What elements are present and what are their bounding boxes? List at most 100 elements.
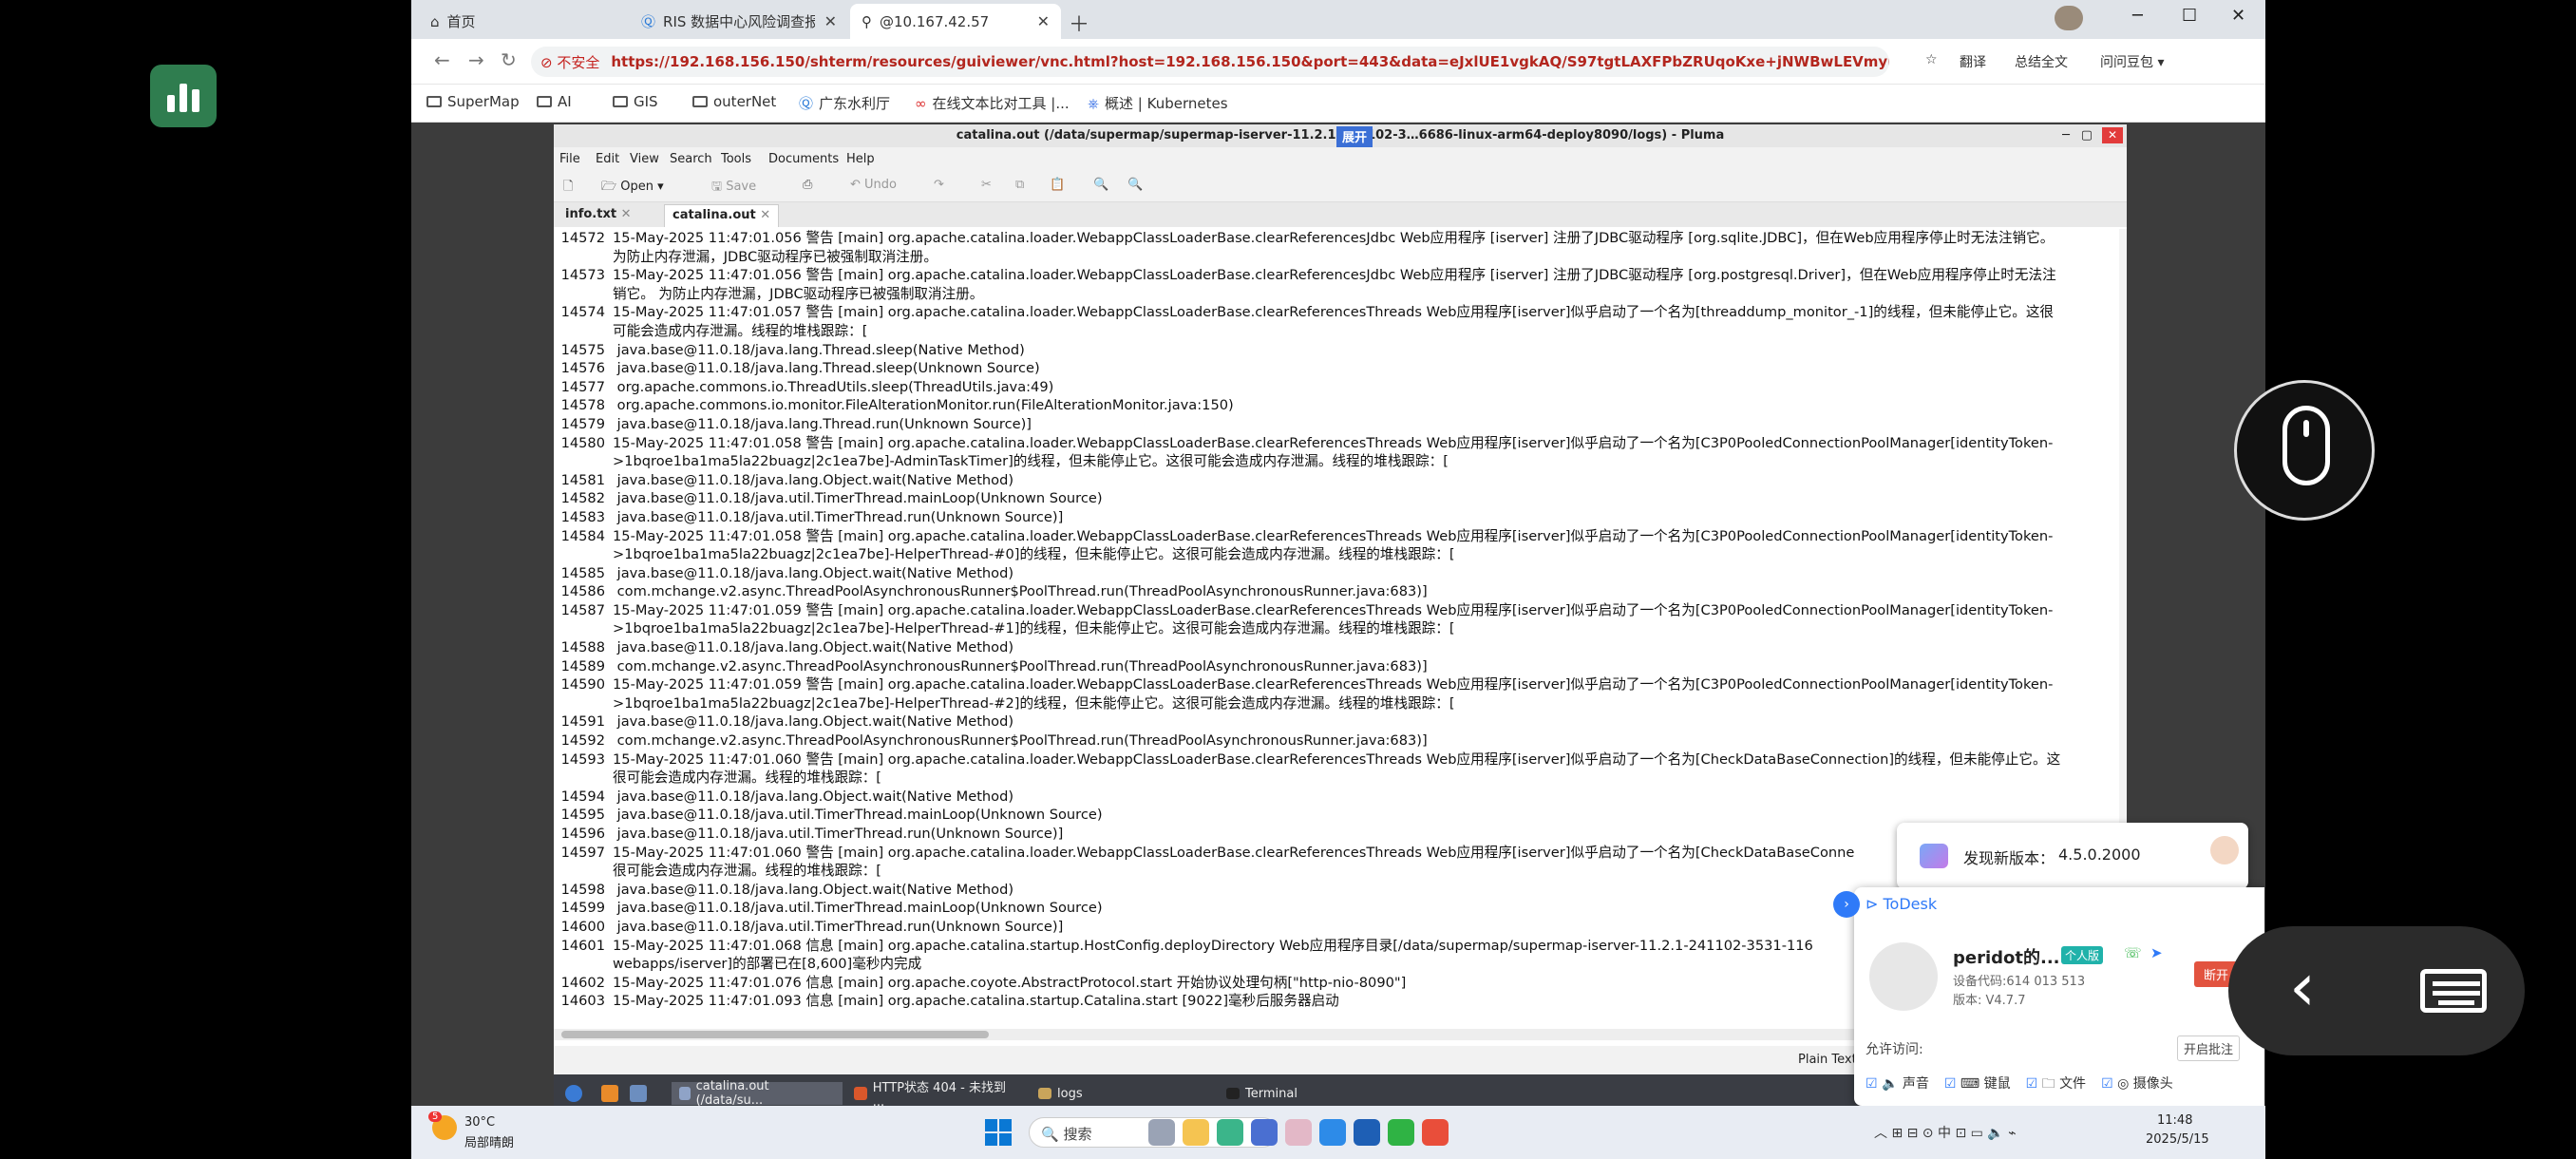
log-line[interactable]: 14585 java.base@11.0.18/java.lang.Object… bbox=[554, 564, 2119, 583]
copy-icon[interactable]: ⧉ bbox=[1015, 178, 1024, 192]
app-icon-4[interactable] bbox=[1354, 1119, 1380, 1146]
keyboard-button[interactable] bbox=[2377, 926, 2525, 1055]
log-line[interactable]: 14578 org.apache.commons.io.monitor.File… bbox=[554, 396, 2119, 415]
task-terminal[interactable]: Terminal bbox=[1219, 1082, 1390, 1105]
bookmark-outernet[interactable]: outerNet bbox=[692, 93, 776, 110]
forward-icon[interactable]: → bbox=[468, 48, 484, 71]
mouse-mode-button[interactable] bbox=[2234, 380, 2375, 521]
log-line[interactable]: 14582 java.base@11.0.18/java.util.TimerT… bbox=[554, 489, 2119, 508]
log-line[interactable]: 14580 15-May-2025 11:47:01.058 警告 [main] … bbox=[554, 434, 2119, 471]
minimize-button[interactable]: ─ bbox=[2132, 6, 2143, 26]
log-line[interactable]: 14576 java.base@11.0.18/java.lang.Thread… bbox=[554, 359, 2119, 378]
bookmark-kubernetes[interactable]: ⎈ 概述 | Kubernetes bbox=[1088, 93, 1228, 113]
log-line[interactable]: 14593 15-May-2025 11:47:01.060 警告 [main] … bbox=[554, 750, 2119, 788]
tab-ris[interactable]: Ⓠ RIS 数据中心风险调查报... ✕ bbox=[630, 4, 848, 39]
replace-icon[interactable]: 🔍 bbox=[1127, 178, 1143, 192]
tab-vnc[interactable]: ⚲ @10.167.42.57 ✕ bbox=[850, 4, 1061, 39]
assistant-button[interactable]: 问问豆包 ▾ bbox=[2100, 52, 2164, 71]
new-file-icon[interactable]: 🗋 bbox=[563, 178, 573, 199]
app-icon-1[interactable] bbox=[1217, 1119, 1243, 1146]
stats-app-icon[interactable] bbox=[150, 65, 217, 127]
task-logs[interactable]: logs bbox=[1031, 1082, 1183, 1105]
bookmark-gis[interactable]: GIS bbox=[613, 93, 658, 110]
close-icon[interactable]: ✕ bbox=[760, 208, 770, 222]
translate-button[interactable]: 翻译 bbox=[1960, 52, 1986, 71]
phone-icon[interactable]: ☏ bbox=[2124, 944, 2142, 961]
address-bar[interactable]: ⊘ 不安全 https://192.168.156.150/shterm/res… bbox=[531, 47, 1889, 77]
doc-tab-catalina[interactable]: catalina.out ✕ bbox=[664, 204, 780, 227]
app-icon-2[interactable] bbox=[1251, 1119, 1278, 1146]
doc-tab-info[interactable]: info.txt ✕ bbox=[558, 204, 639, 227]
log-line[interactable]: 14590 15-May-2025 11:47:01.059 警告 [main] … bbox=[554, 675, 2119, 712]
bookmark-supermap[interactable]: SuperMap bbox=[426, 93, 520, 110]
update-notification[interactable]: 发现新版本： 4.5.0.2000 bbox=[1897, 823, 2248, 889]
todesk-taskbar-icon[interactable] bbox=[1285, 1119, 1312, 1146]
perm-sound[interactable]: ☑ 🔈 声音 bbox=[1866, 1074, 1929, 1096]
open-button[interactable]: 🗁 Open ▾ bbox=[601, 178, 664, 199]
send-icon[interactable]: ➤ bbox=[2150, 944, 2163, 961]
menu-icon[interactable] bbox=[558, 1082, 590, 1105]
app-icon-3[interactable] bbox=[1319, 1119, 1346, 1146]
paste-icon[interactable]: 📋 bbox=[1050, 178, 1065, 192]
log-line[interactable]: 14579 java.base@11.0.18/java.lang.Thread… bbox=[554, 415, 2119, 434]
files-icon[interactable] bbox=[594, 1082, 626, 1105]
bookmark-star-icon[interactable]: ☆ bbox=[1925, 52, 1938, 67]
log-line[interactable]: 14594 java.base@11.0.18/java.lang.Object… bbox=[554, 788, 2119, 807]
menu-help[interactable]: Help bbox=[846, 152, 875, 166]
maximize-button[interactable]: ☐ bbox=[2182, 6, 2197, 26]
task-http404[interactable]: HTTP状态 404 - 未找到 ... bbox=[846, 1081, 1027, 1110]
log-line[interactable]: 14588 java.base@11.0.18/java.lang.Object… bbox=[554, 638, 2119, 657]
close-icon[interactable]: ✕ bbox=[824, 12, 837, 30]
log-line[interactable]: 14574 15-May-2025 11:47:01.057 警告 [main] … bbox=[554, 303, 2119, 340]
back-icon[interactable]: ← bbox=[434, 48, 450, 71]
close-icon[interactable]: ✕ bbox=[621, 207, 632, 221]
menu-edit[interactable]: Edit bbox=[596, 152, 619, 166]
log-line[interactable]: 14591 java.base@11.0.18/java.lang.Object… bbox=[554, 712, 2119, 732]
undo-button[interactable]: ↶ Undo bbox=[850, 178, 897, 192]
close-window-button[interactable]: ✕ bbox=[2231, 6, 2245, 26]
insecure-indicator[interactable]: ⊘ 不安全 bbox=[540, 52, 599, 72]
menu-documents[interactable]: Documents bbox=[768, 152, 839, 166]
reload-icon[interactable]: ↻ bbox=[501, 48, 517, 71]
task-view-icon[interactable] bbox=[1148, 1119, 1175, 1146]
wechat-icon[interactable] bbox=[1388, 1119, 1414, 1146]
log-line[interactable]: 14596 java.base@11.0.18/java.util.TimerT… bbox=[554, 825, 2119, 844]
menu-search[interactable]: Search bbox=[670, 152, 712, 166]
summary-button[interactable]: 总结全文 bbox=[2015, 52, 2068, 71]
log-line[interactable]: 14575 java.base@11.0.18/java.lang.Thread… bbox=[554, 341, 2119, 360]
bookmark-textdiff[interactable]: ∞ 在线文本比对工具 |... bbox=[915, 93, 1070, 113]
minimize-icon[interactable]: ─ bbox=[2062, 124, 2070, 147]
log-line[interactable]: 14572 15-May-2025 11:47:01.056 警告 [main] … bbox=[554, 229, 2119, 266]
ime-indicator[interactable]: 中 bbox=[1938, 1126, 1951, 1141]
terminal-launch-icon[interactable] bbox=[622, 1082, 654, 1105]
find-icon[interactable]: 🔍 bbox=[1093, 178, 1108, 192]
windows-start-icon[interactable] bbox=[985, 1119, 1012, 1146]
log-line[interactable]: 14595 java.base@11.0.18/java.util.TimerT… bbox=[554, 806, 2119, 825]
profile-avatar[interactable] bbox=[2055, 6, 2083, 30]
clock-date[interactable]: 2025/5/15 bbox=[2146, 1132, 2209, 1147]
clock-time[interactable]: 11:48 bbox=[2157, 1113, 2192, 1128]
scroll-thumb[interactable] bbox=[561, 1031, 989, 1038]
log-line[interactable]: 14584 15-May-2025 11:47:01.058 警告 [main] … bbox=[554, 527, 2119, 564]
menu-view[interactable]: View bbox=[630, 152, 659, 166]
explorer-icon[interactable] bbox=[1183, 1119, 1209, 1146]
bookmark-ai[interactable]: AI bbox=[537, 93, 572, 110]
log-line[interactable]: 14577 org.apache.commons.io.ThreadUtils.… bbox=[554, 378, 2119, 397]
redo-icon[interactable]: ↷ bbox=[934, 178, 944, 192]
tab-home[interactable]: ⌂ 首页 bbox=[419, 4, 628, 39]
log-line[interactable]: 14583 java.base@11.0.18/java.util.TimerT… bbox=[554, 508, 2119, 527]
perm-camera[interactable]: ☑ ◎ 摄像头 bbox=[2101, 1074, 2173, 1096]
close-icon[interactable]: ✕ bbox=[1037, 12, 1050, 30]
perm-file[interactable]: ☑ 🗀 文件 bbox=[2026, 1074, 2086, 1096]
log-line[interactable]: 14592 com.mchange.v2.async.ThreadPoolAsy… bbox=[554, 732, 2119, 750]
maximize-icon[interactable]: ▢ bbox=[2081, 124, 2093, 147]
print-icon[interactable]: ⎙ bbox=[803, 178, 812, 192]
cut-icon[interactable]: ✂ bbox=[981, 178, 992, 192]
log-line[interactable]: 14586 com.mchange.v2.async.ThreadPoolAsy… bbox=[554, 582, 2119, 601]
task-catalina[interactable]: catalina.out (/data/su... bbox=[672, 1079, 843, 1108]
bookmark-gdsl[interactable]: Ⓠ 广东水利厅 bbox=[799, 93, 890, 113]
perm-keyboard-mouse[interactable]: ☑ ⌨ 键鼠 bbox=[1944, 1074, 2011, 1096]
log-line[interactable]: 14589 com.mchange.v2.async.ThreadPoolAsy… bbox=[554, 657, 2119, 676]
log-line[interactable]: 14587 15-May-2025 11:47:01.059 警告 [main] … bbox=[554, 601, 2119, 638]
log-line[interactable]: 14597 15-May-2025 11:47:01.060 警告 [main] … bbox=[554, 844, 2119, 881]
